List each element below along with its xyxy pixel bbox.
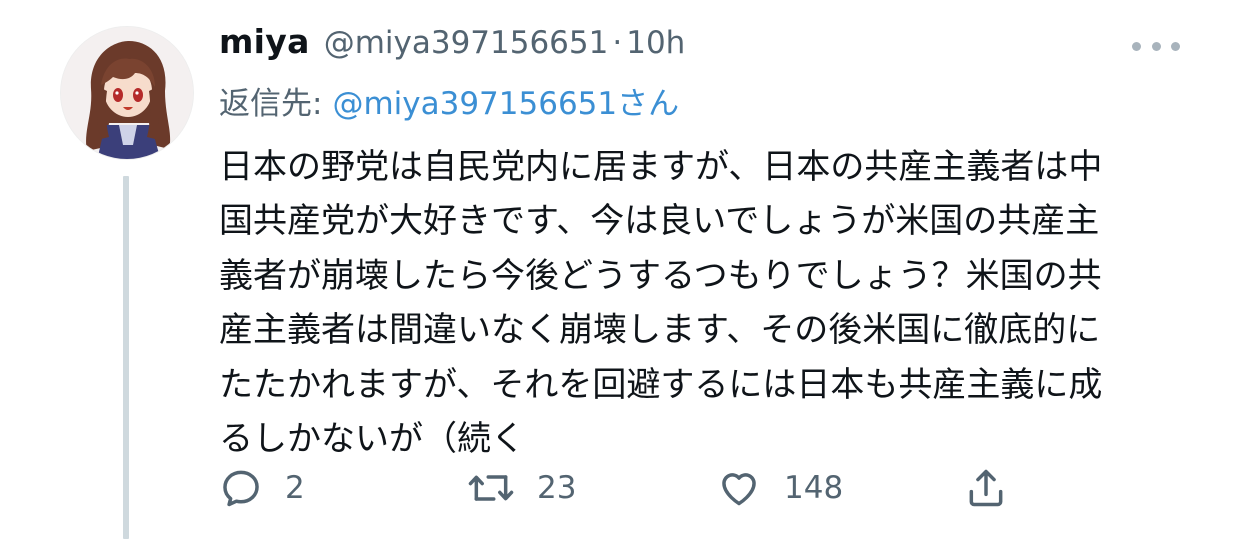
display-name[interactable]: miya [219,22,310,61]
tweet-text-line: 義者が崩壊したら今後どうするつもりでしょう？米国の共 [219,255,1102,296]
like-button[interactable]: 148 [716,458,843,518]
tweet-header: miya @miya397156651 · 10h [219,22,685,72]
retweet-icon [468,475,514,501]
retweet-button[interactable]: 23 [467,458,576,518]
more-dot [1171,41,1180,51]
like-icon [722,473,756,506]
reply-to-label: 返信先: [219,86,323,122]
reply-count: 2 [285,470,305,506]
avatar-column [60,26,194,539]
tweet-text: 日本の野党は自民党内に居ますが、日本の共産主義者は中 国共産党が大好きです、今は… [219,140,1179,466]
reply-icon [223,470,259,507]
like-count: 148 [784,470,844,506]
user-handle[interactable]: @miya397156651 [324,25,609,61]
share-icon [969,469,1003,507]
tweet-card[interactable]: miya @miya397156651 · 10h 返信先: @miya39715… [0,0,1242,539]
tweet-text-line: 国共産党が大好きです、今は良いでしょうが米国の共産主 [219,201,1100,242]
reply-to-mention[interactable]: @miya397156651さん [332,86,679,122]
avatar[interactable] [60,26,194,160]
more-options-icon[interactable] [1132,38,1180,54]
tweet-text-line: たたかれますが、それを回避するには日本も共産主義に成 [219,364,1103,405]
reply-button[interactable]: 2 [219,458,305,518]
timestamp[interactable]: 10h [626,25,685,61]
more-dot [1132,41,1141,51]
more-dot [1151,41,1161,51]
tweet-text-line: 産主義者は間違いなく崩壊します、その後米国に徹底的に [219,310,1101,351]
separator-dot: · [612,25,623,61]
thread-line [123,176,129,539]
tweet-text-line: 日本の野党は自民党内に居ますが、日本の共産主義者は中 [219,147,1103,187]
retweet-count: 23 [537,470,577,506]
reply-to-line: 返信先: @miya397156651さん [219,78,679,123]
action-bar: 2 23 148 [219,458,1039,518]
avatar-image-icon [61,27,193,159]
share-button[interactable] [964,458,1008,518]
